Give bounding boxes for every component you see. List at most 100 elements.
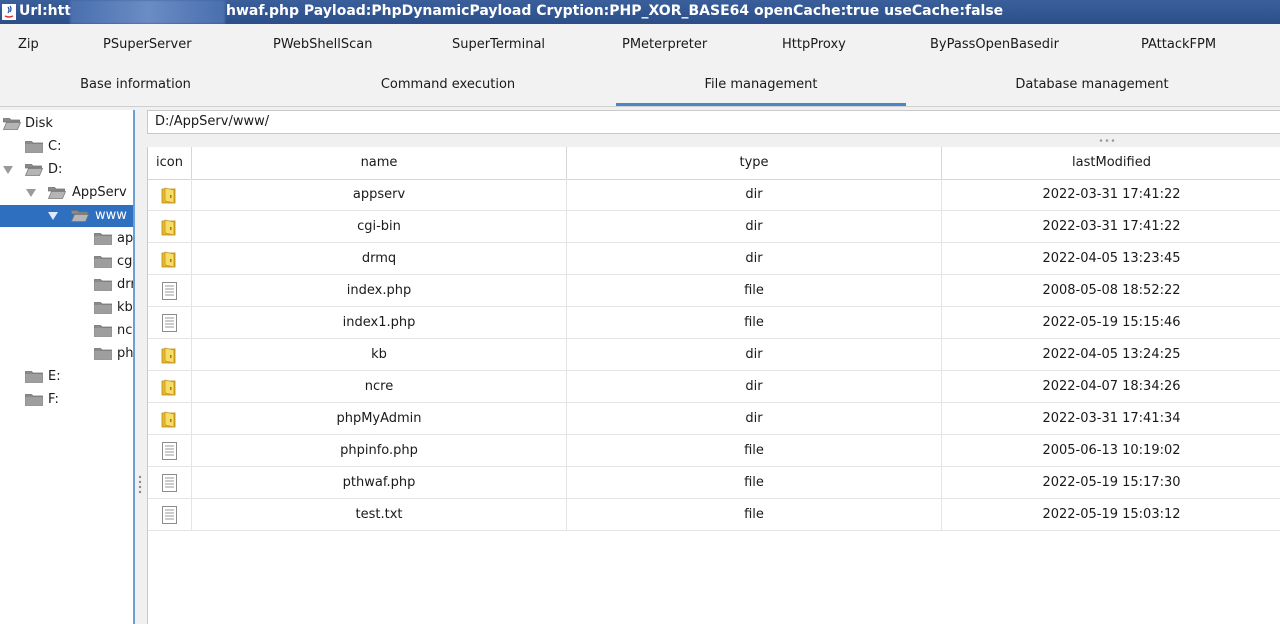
folder-icon	[25, 370, 43, 383]
tab-database-management[interactable]: Database management	[952, 66, 1232, 106]
modified-cell: 2022-03-31 17:41:22	[1042, 219, 1181, 234]
column-header-name[interactable]: name	[192, 147, 567, 179]
table-row[interactable]: ncre dir 2022-04-07 18:34:26	[148, 371, 1280, 403]
type-cell: dir	[567, 371, 942, 402]
folder-icon	[25, 393, 43, 406]
type-cell: file	[567, 499, 942, 530]
directory-tree[interactable]: Disk C: D: AppServ www ap cgi drr kb ncı	[0, 110, 135, 624]
plugin-psuperserver[interactable]: PSuperServer	[103, 37, 192, 52]
splitter-grip-icon[interactable]	[138, 474, 142, 494]
file-icon	[161, 282, 178, 300]
icon-cell	[148, 243, 192, 274]
file-icon	[161, 506, 178, 524]
tab-base-information[interactable]: Base information	[0, 66, 271, 106]
open-folder-icon	[48, 186, 66, 199]
plugin-pattackfpm[interactable]: PAttackFPM	[1141, 37, 1216, 52]
modified-cell: 2022-04-05 13:23:45	[1042, 251, 1181, 266]
type-cell: dir	[567, 339, 942, 370]
modified-cell: 2008-05-08 18:52:22	[1042, 283, 1181, 298]
open-folder-icon	[3, 117, 21, 130]
expand-toggle-icon[interactable]	[26, 189, 36, 197]
table-header: icon name type lastModified	[148, 147, 1280, 180]
type-cell: file	[567, 467, 942, 498]
split-pane-divider[interactable]	[135, 110, 146, 624]
plugin-bypassopenbasedir[interactable]: ByPassOpenBasedir	[930, 37, 1059, 52]
name-cell: drmq	[192, 243, 567, 274]
resize-grip-icon[interactable]	[1098, 138, 1116, 143]
folder-icon	[94, 324, 112, 337]
modified-cell: 2022-05-19 15:15:46	[1042, 315, 1181, 330]
folder-icon	[25, 140, 43, 153]
type-cell: dir	[567, 179, 942, 210]
name-cell: phpinfo.php	[192, 435, 567, 466]
table-row[interactable]: cgi-bin dir 2022-03-31 17:41:22	[148, 211, 1280, 243]
folder-icon	[161, 218, 178, 236]
icon-cell	[148, 467, 192, 498]
modified-cell: 2022-03-31 17:41:34	[1042, 411, 1181, 426]
icon-cell	[148, 499, 192, 530]
icon-cell	[148, 211, 192, 242]
table-row[interactable]: test.txt file 2022-05-19 15:03:12	[148, 499, 1280, 531]
plugin-pwebshellscan[interactable]: PWebShellScan	[273, 37, 373, 52]
icon-cell	[148, 275, 192, 306]
name-cell: index1.php	[192, 307, 567, 338]
folder-icon	[161, 378, 178, 396]
table-row[interactable]: pthwaf.php file 2022-05-19 15:17:30	[148, 467, 1280, 499]
icon-cell	[148, 307, 192, 338]
main-tabs: Base information Command execution File …	[0, 66, 1280, 107]
folder-icon	[161, 410, 178, 428]
table-row[interactable]: index.php file 2008-05-08 18:52:22	[148, 275, 1280, 307]
folder-icon	[94, 278, 112, 291]
type-cell: file	[567, 435, 942, 466]
open-folder-icon	[25, 163, 43, 176]
redacted-url-blur	[70, 0, 225, 24]
file-icon	[161, 474, 178, 492]
file-icon	[161, 442, 178, 460]
expand-toggle-icon[interactable]	[3, 166, 13, 174]
plugin-httpproxy[interactable]: HttpProxy	[782, 37, 846, 52]
name-cell: kb	[192, 339, 567, 370]
plugin-pmeterpreter[interactable]: PMeterpreter	[622, 37, 707, 52]
name-cell: cgi-bin	[192, 211, 567, 242]
name-cell: pthwaf.php	[192, 467, 567, 498]
table-row[interactable]: appserv dir 2022-03-31 17:41:22	[148, 179, 1280, 211]
icon-cell	[148, 403, 192, 434]
folder-icon	[161, 250, 178, 268]
icon-cell	[148, 179, 192, 210]
column-header-icon[interactable]: icon	[148, 147, 192, 179]
modified-cell: 2022-05-19 15:03:12	[1042, 507, 1181, 522]
plugin-superterminal[interactable]: SuperTerminal	[452, 37, 545, 52]
folder-icon	[161, 186, 178, 204]
path-input[interactable]: D:/AppServ/www/	[147, 110, 1280, 134]
window-title-bar[interactable]: Url:http hwaf.php Payload:PhpDynamicPayl…	[0, 0, 1280, 24]
name-cell: index.php	[192, 275, 567, 306]
icon-cell	[148, 371, 192, 402]
column-header-type[interactable]: type	[567, 147, 942, 179]
folder-icon	[94, 232, 112, 245]
file-table: icon name type lastModified appserv dir 20…	[147, 147, 1280, 624]
name-cell: phpMyAdmin	[192, 403, 567, 434]
plugin-zip[interactable]: Zip	[18, 37, 39, 52]
modified-cell: 2022-03-31 17:41:22	[1042, 187, 1181, 202]
expand-toggle-icon[interactable]	[48, 212, 58, 220]
type-cell: dir	[567, 211, 942, 242]
table-row[interactable]: phpMyAdmin dir 2022-03-31 17:41:34	[148, 403, 1280, 435]
folder-icon	[161, 346, 178, 364]
column-header-lastmodified[interactable]: lastModified	[942, 147, 1280, 179]
plugin-bar: Zip PSuperServer PWebShellScan SuperTerm…	[0, 24, 1280, 66]
table-row[interactable]: kb dir 2022-04-05 13:24:25	[148, 339, 1280, 371]
folder-icon	[94, 347, 112, 360]
folder-icon	[94, 255, 112, 268]
table-row[interactable]: phpinfo.php file 2005-06-13 10:19:02	[148, 435, 1280, 467]
tab-command-execution[interactable]: Command execution	[312, 66, 584, 106]
icon-cell	[148, 339, 192, 370]
tab-file-management[interactable]: File management	[616, 66, 906, 106]
open-folder-icon	[71, 209, 89, 222]
tree-node-www[interactable]: www	[0, 205, 133, 227]
modified-cell: 2022-04-07 18:34:26	[1042, 379, 1181, 394]
type-cell: file	[567, 307, 942, 338]
java-app-icon	[2, 4, 16, 20]
table-row[interactable]: index1.php file 2022-05-19 15:15:46	[148, 307, 1280, 339]
file-icon	[161, 314, 178, 332]
table-row[interactable]: drmq dir 2022-04-05 13:23:45	[148, 243, 1280, 275]
